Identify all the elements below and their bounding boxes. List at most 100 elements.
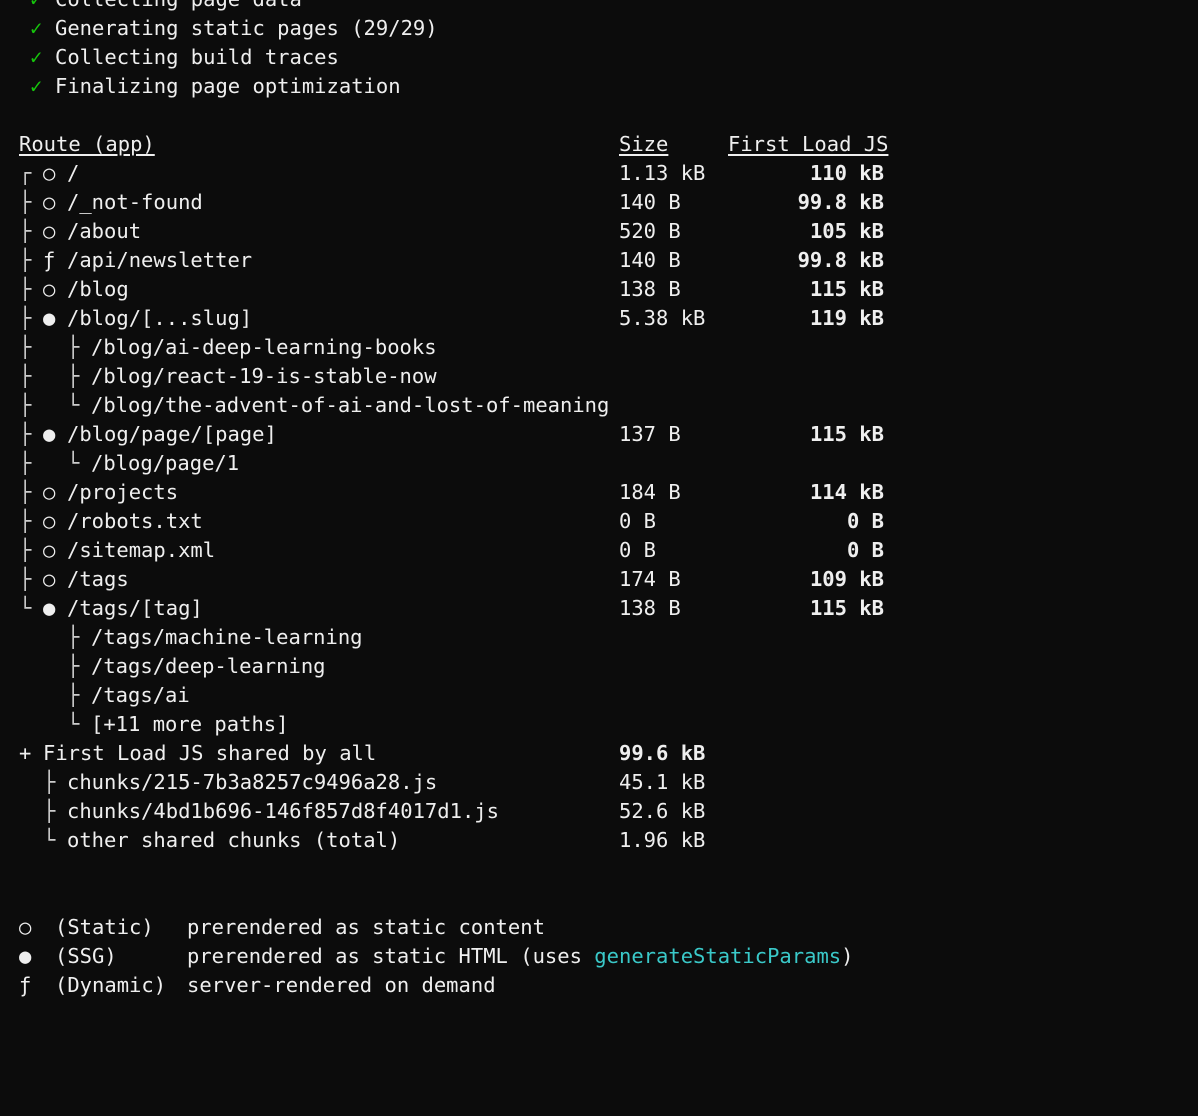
static-circle-icon: ○ [43, 509, 56, 533]
route-row: ┌ ○ / 1.13 kB 110 kB [0, 159, 1198, 188]
chunk-row: └ other shared chunks (total) 1.96 kB [0, 826, 1198, 855]
route-subpath-row: ├ /tags/machine-learning [0, 623, 1198, 652]
progress-text: Finalizing page optimization [55, 74, 401, 98]
legend-label: (SSG) [55, 944, 117, 968]
dynamic-f-icon: ƒ [19, 973, 32, 997]
chunk-name: other shared chunks (total) [67, 828, 401, 852]
ssg-dot-icon: ● [19, 944, 32, 968]
tree-connector: ├ [43, 799, 56, 823]
progress-text: Collecting build traces [55, 45, 339, 69]
route-path: [+11 more paths] [91, 712, 289, 736]
legend-label: (Dynamic) [55, 973, 167, 997]
route-row: └ ● /tags/[tag] 138 B 115 kB [0, 594, 1198, 623]
tree-connector: ├ [67, 654, 80, 678]
route-first-load: 110 kB [809, 161, 884, 185]
static-circle-icon: ○ [43, 480, 56, 504]
tree-connector: ├ [19, 567, 32, 591]
route-path: /tags/[tag] [67, 596, 203, 620]
route-path: /blog/page/1 [91, 451, 240, 475]
static-circle-icon: ○ [43, 277, 56, 301]
checkmark-icon: ✓ [30, 45, 43, 69]
ssg-dot-icon: ● [43, 596, 56, 620]
route-first-load: 119 kB [809, 306, 884, 330]
static-circle-icon: ○ [43, 190, 56, 214]
route-first-load: 115 kB [809, 596, 884, 620]
tree-connector: ├ [19, 451, 32, 475]
legend-desc: prerendered as static HTML (uses [187, 944, 595, 968]
route-size: 0 B [619, 509, 657, 533]
tree-connector: └ [43, 828, 56, 852]
route-first-load: 105 kB [809, 219, 884, 243]
legend-desc-end: ) [841, 944, 854, 968]
tree-connector: ├ [19, 190, 32, 214]
route-row: ├ ● /blog/page/[page] 137 B 115 kB [0, 420, 1198, 449]
route-size: 137 B [619, 422, 681, 446]
chunk-name: chunks/215-7b3a8257c9496a28.js [67, 770, 438, 794]
ssg-dot-icon: ● [43, 306, 56, 330]
route-first-load: 0 B [846, 538, 884, 562]
route-path: /tags/deep-learning [91, 654, 326, 678]
tree-connector: └ [19, 596, 32, 620]
chunk-size: 45.1 kB [619, 770, 706, 794]
route-subpath-row: ├ /tags/deep-learning [0, 652, 1198, 681]
route-first-load: 115 kB [809, 422, 884, 446]
route-path: / [67, 161, 80, 185]
route-size: 520 B [619, 219, 681, 243]
route-row: ├ ○ /tags 174 B 109 kB [0, 565, 1198, 594]
route-path: /tags/machine-learning [91, 625, 363, 649]
generate-static-params-highlight: generateStaticParams [594, 944, 842, 968]
checkmark-icon: ✓ [30, 16, 43, 40]
route-first-load: 99.8 kB [797, 190, 884, 214]
progress-line: ✓ Collecting page data [0, 0, 1198, 14]
tree-connector: ├ [19, 219, 32, 243]
route-subpath-row: ├ └ /blog/the-advent-of-ai-and-lost-of-mea… [0, 391, 1198, 420]
chunk-row: ├ chunks/215-7b3a8257c9496a28.js 45.1 kB [0, 768, 1198, 797]
route-path: /about [67, 219, 142, 243]
tree-connector: ├ [19, 335, 32, 359]
route-path: /sitemap.xml [67, 538, 216, 562]
static-circle-icon: ○ [43, 219, 56, 243]
chunk-name: chunks/4bd1b696-146f857d8f4017d1.js [67, 799, 499, 823]
route-path: /blog [67, 277, 129, 301]
static-circle-icon: ○ [19, 915, 32, 939]
static-circle-icon: ○ [43, 538, 56, 562]
route-subpath-row: ├ ├ /blog/react-19-is-stable-now [0, 362, 1198, 391]
route-row: ├ ● /blog/[...slug] 5.38 kB 119 kB [0, 304, 1198, 333]
route-row: ├ ○ /_not-found 140 B 99.8 kB [0, 188, 1198, 217]
route-first-load: 109 kB [809, 567, 884, 591]
checkmark-icon: ✓ [30, 0, 42, 14]
route-subpath-row: ├ ├ /blog/ai-deep-learning-books [0, 333, 1198, 362]
route-path: /blog/ai-deep-learning-books [91, 335, 437, 359]
route-size: 5.38 kB [619, 306, 706, 330]
legend-desc: server-rendered on demand [187, 973, 496, 997]
route-subpath-row: ├ └ /blog/page/1 [0, 449, 1198, 478]
route-first-load: 0 B [846, 509, 884, 533]
tree-connector: ├ [19, 509, 32, 533]
route-path: /blog/[...slug] [67, 306, 253, 330]
shared-total: 99.6 kB [619, 741, 706, 765]
route-path: /tags [67, 567, 129, 591]
route-subpath-row: ├ /tags/ai [0, 681, 1198, 710]
tree-connector: ├ [19, 422, 32, 446]
dynamic-f-icon: ƒ [43, 248, 56, 272]
legend-label: (Static) [55, 915, 154, 939]
route-row: ├ ○ /projects 184 B 114 kB [0, 478, 1198, 507]
route-size: 174 B [619, 567, 681, 591]
tree-connector: ├ [67, 364, 80, 388]
route-path: /api/newsletter [67, 248, 253, 272]
legend-static: ○ (Static) prerendered as static content [0, 913, 1198, 942]
legend-desc-container: prerendered as static HTML (uses generat… [187, 942, 853, 971]
route-first-load: 99.8 kB [797, 248, 884, 272]
tree-connector: ├ [67, 335, 80, 359]
tree-connector: ├ [19, 364, 32, 388]
route-size: 140 B [619, 248, 681, 272]
route-row: ├ ƒ/api/newsletter 140 B 99.8 kB [0, 246, 1198, 275]
route-first-load: 114 kB [809, 480, 884, 504]
route-table: ┌ ○ / 1.13 kB 110 kB ├ ○ /_not-found 140 B 99.8 k… [0, 159, 1198, 739]
route-size: 0 B [619, 538, 657, 562]
shared-title: First Load JS shared by all [43, 741, 377, 765]
route-size: 138 B [619, 596, 681, 620]
tree-connector: ├ [67, 625, 80, 649]
